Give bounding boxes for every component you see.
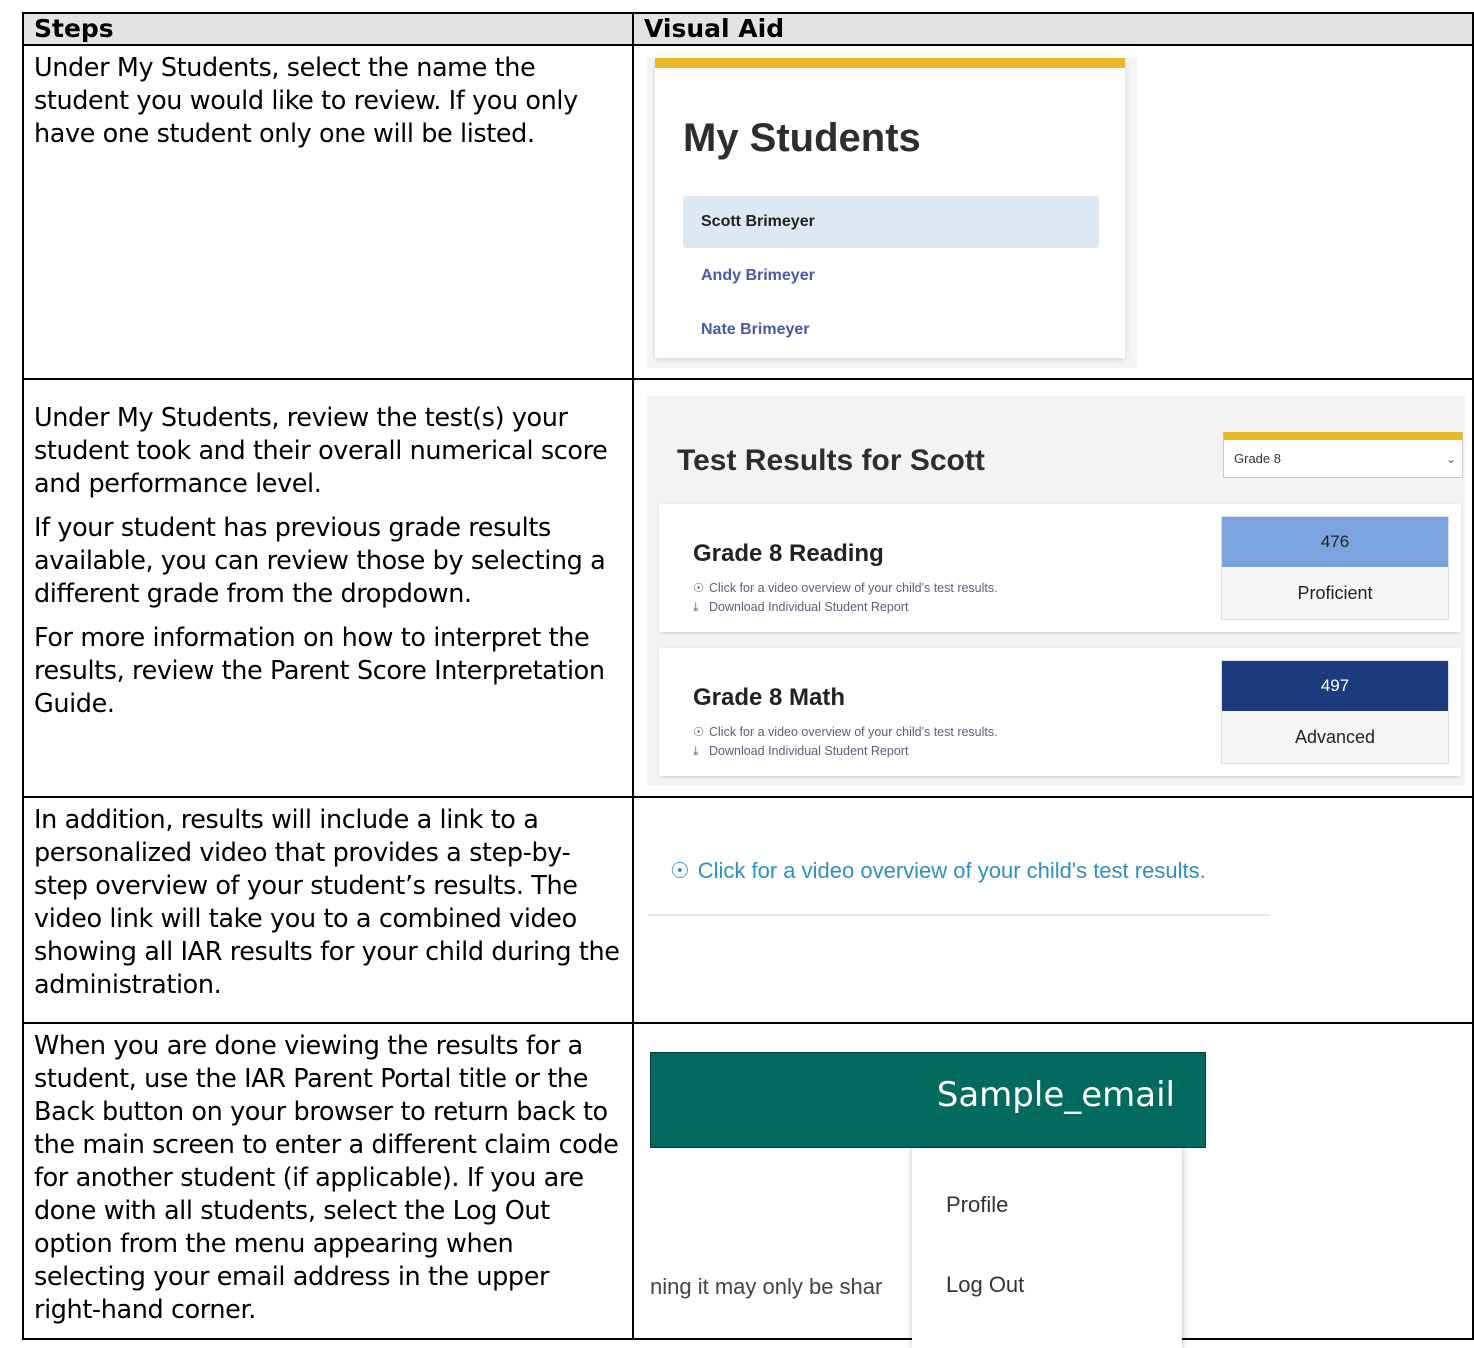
performance-level: Proficient: [1297, 583, 1373, 603]
background-text: ning it may only be shar: [650, 1274, 883, 1299]
visual-aid-cell: Sample_email ning it may only be shar Pr…: [632, 1022, 1474, 1348]
grade-select[interactable]: Grade 8 ⌄: [1223, 432, 1463, 478]
my-students-title: My Students: [683, 116, 921, 160]
steps-header: Steps: [22, 12, 634, 46]
video-overview-link[interactable]: ☉ Click for a video overview of your chil…: [670, 858, 1206, 884]
step-text: Under My Students, select the name the s…: [34, 53, 578, 149]
play-circle-icon: ☉: [693, 581, 705, 595]
visual-aid-cell: Test Results for Scott Grade 8 ⌄ Grade 8…: [632, 378, 1474, 798]
student-item-scott[interactable]: Scott Brimeyer: [683, 196, 1099, 248]
score-box: 476 Proficient: [1221, 516, 1449, 620]
step-row: Under My Students, select the name the s…: [22, 44, 1474, 380]
download-icon: ⤓: [693, 600, 699, 614]
step-cell: In addition, results will include a link…: [22, 796, 634, 1024]
play-circle-icon: ☉: [693, 725, 705, 739]
download-link[interactable]: ⤓ Download Individual Student Report: [693, 600, 908, 615]
email-menu-bar[interactable]: Sample_email: [650, 1052, 1206, 1148]
divider: [648, 914, 1270, 916]
step-cell: Under My Students, review the test(s) yo…: [22, 378, 634, 798]
student-item-nate[interactable]: Nate Brimeyer: [683, 304, 1099, 356]
test-results-card: Test Results for Scott Grade 8 ⌄ Grade 8…: [647, 396, 1465, 786]
download-icon: ⤓: [693, 744, 699, 758]
video-link[interactable]: ☉ Click for a video overview of your chil…: [693, 580, 998, 595]
instructions-table: Steps Visual Aid Under My Students, sele…: [22, 12, 1474, 1348]
step-text: If your student has previous grade resul…: [34, 513, 606, 609]
test-panel-reading: Grade 8 Reading ☉ Click for a video overv…: [659, 504, 1461, 632]
grade-select-value: Grade 8: [1234, 451, 1281, 466]
test-results-title: Test Results for Scott: [677, 444, 985, 477]
download-link[interactable]: ⤓ Download Individual Student Report: [693, 744, 908, 759]
step-cell: Under My Students, select the name the s…: [22, 44, 634, 380]
performance-level: Advanced: [1294, 727, 1376, 747]
student-item-andy[interactable]: Andy Brimeyer: [683, 250, 1099, 302]
visual-aid-header: Visual Aid: [632, 12, 1474, 46]
score-value: 476: [1222, 517, 1448, 567]
score-box: 497 Advanced: [1221, 660, 1449, 764]
step-text: In addition, results will include a link…: [34, 805, 620, 1000]
email-address[interactable]: Sample_email: [937, 1075, 1175, 1115]
chevron-down-icon: ⌄: [1445, 452, 1456, 466]
test-panel-math: Grade 8 Math ☉ Click for a video overview…: [659, 648, 1461, 776]
accent-bar: [655, 58, 1125, 68]
my-students-card: My Students Scott Brimeyer Andy Brimeyer…: [647, 58, 1137, 368]
test-name: Grade 8 Reading: [693, 540, 884, 567]
step-text: Under My Students, review the test(s) yo…: [34, 403, 608, 499]
visual-aid-cell: ☉ Click for a video overview of your chil…: [632, 796, 1474, 1024]
step-text: For more information on how to interpret…: [34, 623, 605, 719]
step-row: In addition, results will include a link…: [22, 796, 1474, 1024]
test-name: Grade 8 Math: [693, 684, 846, 711]
step-text: When you are done viewing the results fo…: [34, 1031, 619, 1325]
menu-item-logout[interactable]: Log Out: [946, 1272, 1024, 1298]
play-circle-icon: ☉: [670, 858, 690, 883]
header-row: Steps Visual Aid: [22, 12, 1474, 46]
menu-item-profile[interactable]: Profile: [946, 1192, 1008, 1218]
score-value: 497: [1222, 661, 1448, 711]
visual-aid-cell: My Students Scott Brimeyer Andy Brimeyer…: [632, 44, 1474, 380]
step-cell: When you are done viewing the results fo…: [22, 1022, 634, 1340]
step-row: Under My Students, review the test(s) yo…: [22, 378, 1474, 798]
account-dropdown: Profile Log Out: [912, 1148, 1182, 1348]
video-link[interactable]: ☉ Click for a video overview of your chil…: [693, 724, 998, 739]
step-row: When you are done viewing the results fo…: [22, 1022, 1474, 1348]
